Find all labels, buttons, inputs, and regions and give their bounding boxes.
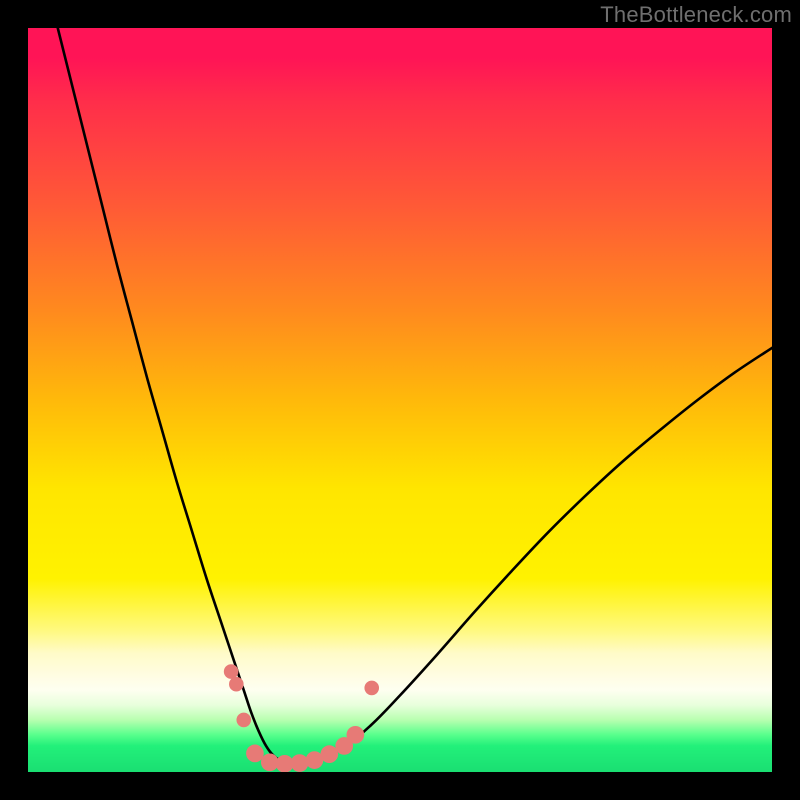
curve-group <box>58 28 772 763</box>
curve-marker <box>229 677 244 692</box>
bottleneck-curve-svg <box>28 28 772 772</box>
curve-marker <box>236 713 251 728</box>
curve-marker <box>320 745 338 763</box>
watermark-label: TheBottleneck.com <box>600 2 792 28</box>
curve-marker <box>291 754 309 772</box>
curve-marker <box>224 664 239 679</box>
chart-frame: TheBottleneck.com <box>0 0 800 800</box>
curve-marker <box>364 681 379 696</box>
curve-marker <box>246 745 264 763</box>
plot-area <box>28 28 772 772</box>
bottleneck-curve-path <box>58 28 772 763</box>
markers-group <box>224 664 379 772</box>
curve-marker <box>347 726 365 744</box>
